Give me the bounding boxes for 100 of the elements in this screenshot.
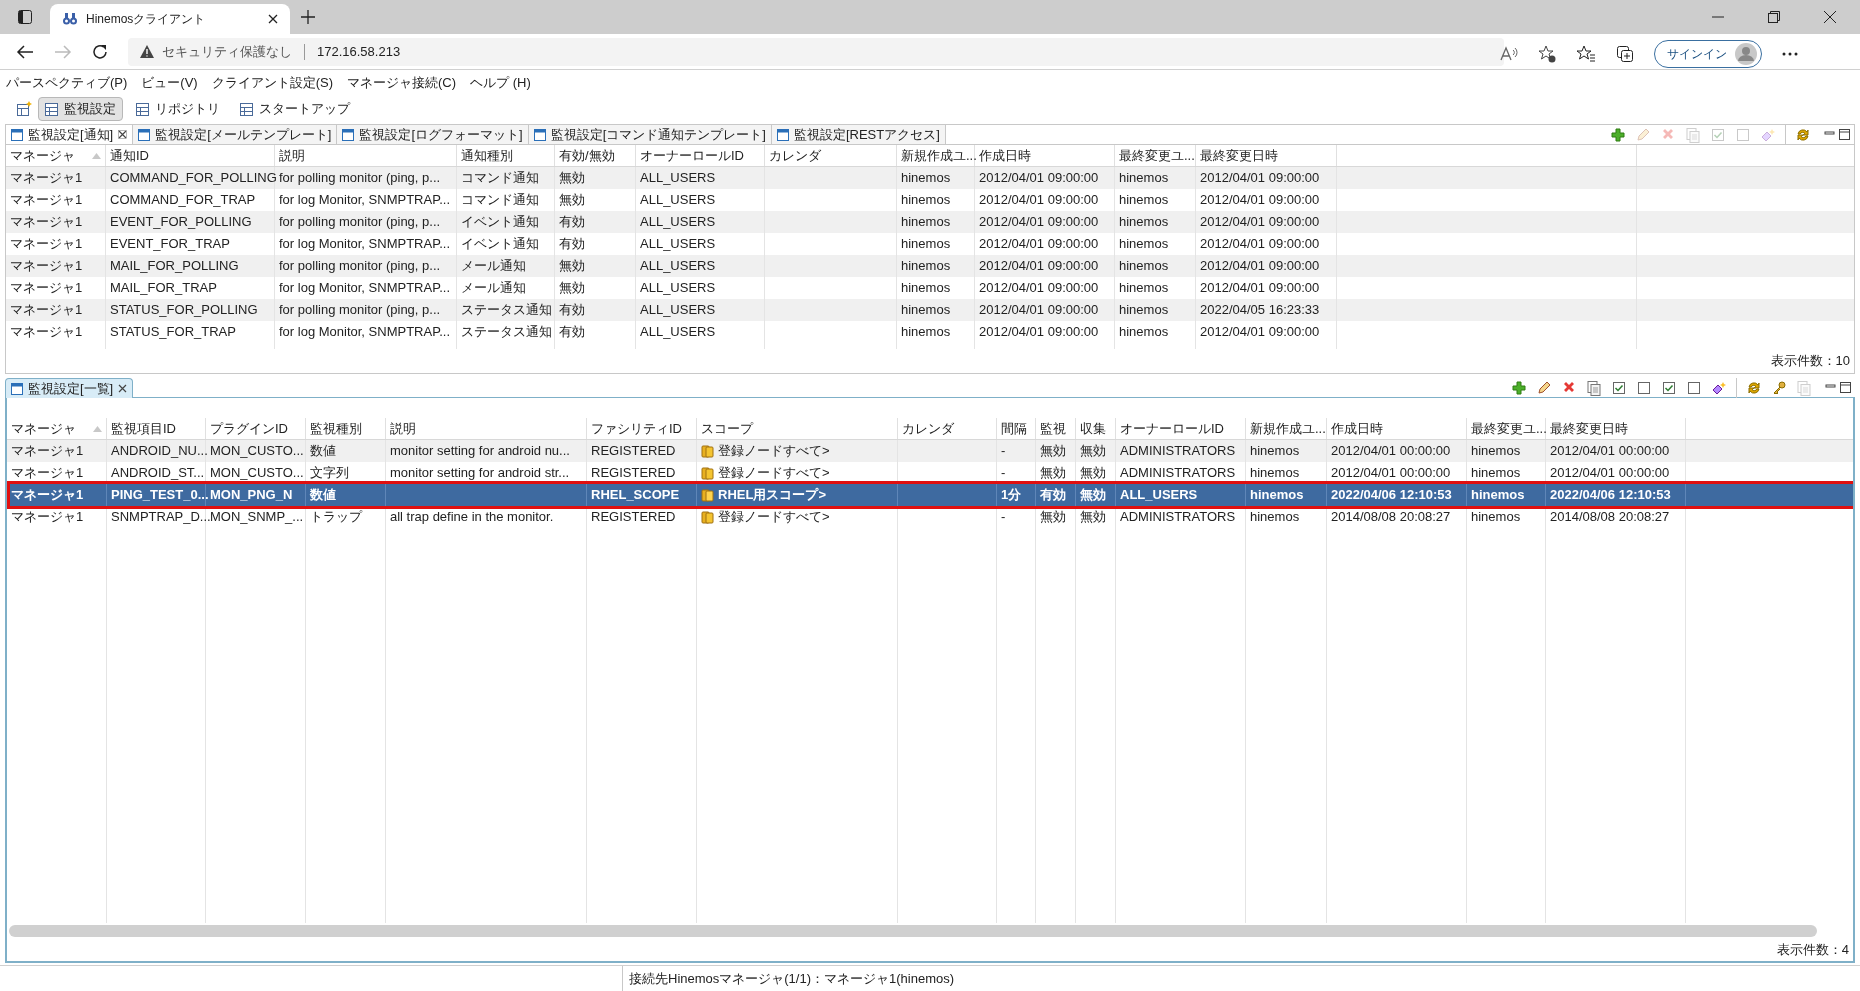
column-header[interactable]: 説明 bbox=[386, 418, 587, 439]
table-cell-text: SNMPTRAP_D... bbox=[111, 508, 211, 527]
table-cell-text: 2012/04/01 09:00:00 bbox=[979, 279, 1099, 298]
table-cell-text: hinemos bbox=[1250, 486, 1304, 505]
perspective-button[interactable]: 監視設定 bbox=[38, 97, 123, 121]
table-cell-text: 無効 bbox=[1080, 442, 1106, 461]
table-cell-text: EVENT_FOR_POLLING bbox=[110, 213, 252, 232]
table-cell-text: 2012/04/01 09:00:00 bbox=[979, 169, 1099, 188]
menu-item[interactable]: ビュー(V) bbox=[141, 73, 198, 93]
table-cell-text: 無効 bbox=[1080, 486, 1106, 505]
column-header[interactable]: 間隔 bbox=[997, 418, 1036, 439]
column-header[interactable]: 作成日時 bbox=[975, 145, 1115, 166]
column-header[interactable]: 作成日時 bbox=[1327, 418, 1467, 439]
menu-item[interactable]: マネージャ接続(C) bbox=[347, 73, 457, 93]
address-bar[interactable]: セキュリティ保護なし 172.16.58.213 bbox=[128, 37, 1504, 66]
column-header[interactable]: 新規作成ユ... bbox=[897, 145, 975, 166]
table-cell-text: 無効 bbox=[559, 279, 585, 298]
table-cell-text: マネージャ1 bbox=[11, 442, 84, 461]
column-header[interactable]: 通知種別 bbox=[457, 145, 555, 166]
table-row[interactable]: マネージャ1 PING_TEST_0...MON_PNG_N 数値 RHEL_SCOPE RHEL用スコープ> 1分 有効 無効 ALL_USERS hinemos 2022/04/06 12:10:53 hinemos 2022/04/06 12:10:53 bbox=[7, 484, 1853, 506]
table-cell-text: 無効 bbox=[559, 169, 585, 188]
column-header[interactable]: 有効/無効 bbox=[555, 145, 636, 166]
column-header[interactable]: ファシリティID bbox=[587, 418, 697, 439]
perspective-button[interactable]: リポジトリ bbox=[129, 97, 227, 121]
column-header[interactable]: 最終変更日時 bbox=[1196, 145, 1337, 166]
column-header[interactable]: オーナーロールID bbox=[636, 145, 765, 166]
table-cell-text: - bbox=[1001, 442, 1006, 461]
column-header[interactable]: カレンダ bbox=[765, 145, 897, 166]
table-cell-text: ALL_USERS bbox=[1120, 486, 1198, 505]
table-row[interactable]: マネージャ1 MAIL_FOR_POLLING for polling monitor (ping, p... メール通知 無効 ALL_USERS hinemos 2012/04/01 09:00:00 hinemos 2012/04/01 09:00:00 bbox=[6, 255, 1854, 277]
table-cell-text: for polling monitor (ping, p... bbox=[279, 301, 441, 320]
table-row[interactable]: マネージャ1 EVENT_FOR_POLLING for polling monitor (ping, p... イベント通知 有効 ALL_USERS hinemos 2012/04/01 09:00:00 hinemos 2012/04/01 09:00:00 bbox=[6, 211, 1854, 233]
table-cell-text: 無効 bbox=[559, 191, 585, 210]
browser-tab[interactable]: Hinemosクライアント bbox=[50, 4, 290, 34]
table-row[interactable]: マネージャ1 STATUS_FOR_POLLING for polling monitor (ping, p... ステータス通知 有効 ALL_USERS hinemos 2012/04/01 09:00:00 hinemos 2022/04/05 16:23:33 bbox=[6, 299, 1854, 321]
table-cell-text: RHEL用スコープ> bbox=[718, 486, 826, 505]
column-header[interactable]: 最終変更日時 bbox=[1546, 418, 1686, 439]
menu-item[interactable]: ヘルプ (H) bbox=[470, 73, 531, 93]
table-cell-text: for polling monitor (ping, p... bbox=[279, 169, 441, 188]
table-cell-text: 2014/08/08 20:08:27 bbox=[1331, 508, 1451, 527]
table-cell-text: 2012/04/01 09:00:00 bbox=[1200, 257, 1320, 276]
table-cell-text: hinemos bbox=[1119, 323, 1169, 342]
table-cell-text: hinemos bbox=[901, 301, 951, 320]
table-row[interactable]: マネージャ1 ANDROID_NU... MON_CUSTO... 数値 monitor setting for android nu... REGISTERED 登録ノードすべて> - 無効 無効 ADMINISTRATORS hinemos 2012/04/01 00:00:00 hinemos 2012/04/01 00:00:00 bbox=[7, 440, 1853, 462]
column-header[interactable]: スコープ bbox=[697, 418, 898, 439]
menu-item[interactable]: クライアント設定(S) bbox=[211, 73, 334, 93]
table-cell-text: all trap define in the monitor. bbox=[390, 508, 554, 527]
column-header[interactable]: 監視項目ID bbox=[107, 418, 206, 439]
table-cell-text: ALL_USERS bbox=[640, 213, 716, 232]
table-cell-text: 2012/04/01 09:00:00 bbox=[979, 257, 1099, 276]
table-row[interactable]: マネージャ1 COMMAND_FOR_POLLING for polling monitor (ping, p... コマンド通知 無効 ALL_USERS hinemos 2012/04/01 09:00:00 hinemos 2012/04/01 09:00:00 bbox=[6, 167, 1854, 189]
table-cell-text: EVENT_FOR_TRAP bbox=[110, 235, 230, 254]
table-cell-text: hinemos bbox=[1250, 508, 1300, 527]
view-tab[interactable]: 監視設定[一覧] bbox=[5, 378, 134, 398]
table-cell-text: 無効 bbox=[1040, 508, 1066, 527]
table-cell-text: マネージャ1 bbox=[10, 257, 83, 276]
table-cell-text: 2012/04/01 09:00:00 bbox=[1200, 191, 1320, 210]
perspective-button[interactable]: スタートアップ bbox=[233, 97, 357, 121]
table-cell-text: REGISTERED bbox=[591, 508, 676, 527]
table-cell-text: hinemos bbox=[901, 257, 951, 276]
column-header[interactable]: マネージャ bbox=[7, 418, 107, 439]
table-cell-text: ALL_USERS bbox=[640, 191, 716, 210]
table-cell-text: hinemos bbox=[901, 279, 951, 298]
menu-item[interactable]: パースペクティブ(P) bbox=[6, 73, 128, 93]
view-tab[interactable]: 監視設定[RESTアクセス] bbox=[771, 125, 946, 144]
column-header[interactable]: 最終変更ユ... bbox=[1115, 145, 1196, 166]
table-cell-text: 2012/04/01 09:00:00 bbox=[979, 301, 1099, 320]
view-tab[interactable]: 監視設定[ログフォーマット] bbox=[337, 125, 529, 144]
table-cell-text: 2012/04/01 09:00:00 bbox=[979, 191, 1099, 210]
view-tab[interactable]: 監視設定[メールテンプレート] bbox=[133, 125, 338, 144]
table-cell-text: monitor setting for android nu... bbox=[390, 442, 570, 461]
column-header[interactable]: 監視種別 bbox=[306, 418, 386, 439]
column-header[interactable]: 通知ID bbox=[106, 145, 275, 166]
table-cell-text: 有効 bbox=[559, 323, 585, 342]
table-cell-text: ALL_USERS bbox=[640, 301, 716, 320]
row-count: 表示件数：4 bbox=[1776, 941, 1849, 960]
column-header[interactable]: 説明 bbox=[275, 145, 457, 166]
table-cell-text: hinemos bbox=[1119, 235, 1169, 254]
column-header[interactable]: プラグインID bbox=[206, 418, 306, 439]
column-header[interactable]: マネージャ bbox=[6, 145, 106, 166]
column-header[interactable]: 最終変更ユ... bbox=[1467, 418, 1546, 439]
table-cell-text: hinemos bbox=[1119, 191, 1169, 210]
column-header[interactable]: オーナーロールID bbox=[1116, 418, 1246, 439]
table-cell-text: ADMINISTRATORS bbox=[1120, 464, 1236, 483]
table-cell-text: 2022/04/06 12:10:53 bbox=[1331, 486, 1452, 505]
table-cell-text: hinemos bbox=[901, 213, 951, 232]
column-header[interactable]: 監視 bbox=[1036, 418, 1076, 439]
table-cell-text: 無効 bbox=[1040, 442, 1066, 461]
column-header[interactable]: 新規作成ユ... bbox=[1246, 418, 1327, 439]
table-cell-text: STATUS_FOR_TRAP bbox=[110, 323, 236, 342]
table-cell-text: 数値 bbox=[310, 486, 336, 505]
table-cell-text: 2012/04/01 00:00:00 bbox=[1331, 442, 1451, 461]
column-header[interactable]: カレンダ bbox=[898, 418, 997, 439]
table-cell-text: hinemos bbox=[1119, 257, 1169, 276]
table-cell-text: マネージャ1 bbox=[11, 486, 84, 505]
column-header[interactable]: 収集 bbox=[1076, 418, 1116, 439]
table-cell-text: 数値 bbox=[310, 442, 336, 461]
table-cell-text: 有効 bbox=[559, 213, 585, 232]
table-cell-text: 2012/04/01 09:00:00 bbox=[979, 323, 1099, 342]
view-tab[interactable]: 監視設定[コマンド通知テンプレート] bbox=[528, 125, 772, 144]
